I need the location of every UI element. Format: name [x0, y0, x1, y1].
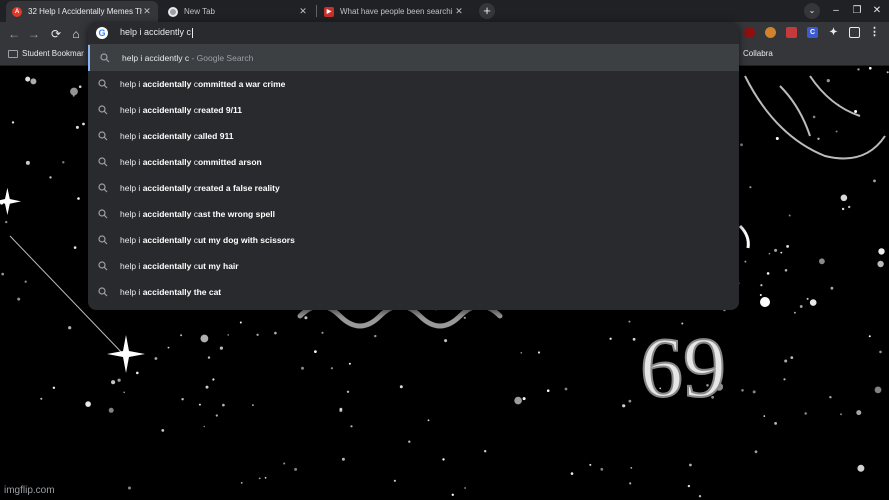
suggestion-google-search[interactable]: help i accidently c - Google Search [88, 45, 739, 71]
chrome-icon [168, 6, 178, 17]
search-icon [100, 53, 110, 63]
minimize-button[interactable]: – [828, 3, 844, 19]
bookmark-collabra[interactable]: Collabra [743, 49, 773, 58]
suggestion-text: help i accidentally called 911 [120, 131, 234, 141]
tab-title: New Tab [184, 7, 215, 16]
forward-button[interactable]: → [26, 26, 42, 42]
suggestion-text: help i accidentally cast the wrong spell [120, 209, 275, 219]
tab-new-tab[interactable]: New Tab ✕ [162, 1, 314, 22]
text-caret [192, 27, 194, 38]
tab-title: What have people been searchi [340, 7, 453, 16]
back-button[interactable]: ← [6, 26, 22, 42]
imgflip-icon: A [12, 6, 22, 17]
youtube-icon: ▶ [324, 6, 334, 17]
suggestion-text: help i accidentally cut my dog with scis… [120, 235, 295, 245]
tab-strip: A 32 Help I Accidentally Memes Th ✕ New … [0, 0, 889, 22]
search-icon [98, 105, 108, 115]
suggestion-text: help i accidentally committed a war crim… [120, 79, 286, 89]
search-icon [98, 287, 108, 297]
folder-icon [8, 49, 18, 58]
suggestion-text: help i accidentally created a false real… [120, 183, 280, 193]
suggestion-text: help i accidently c - Google Search [122, 53, 254, 63]
home-button[interactable]: ⌂ [68, 26, 84, 42]
planet-dot [760, 297, 770, 307]
tab-search-button[interactable]: ⌄ [804, 3, 820, 19]
search-icon [98, 131, 108, 141]
tab-title: 32 Help I Accidentally Memes Th [28, 7, 142, 16]
more-menu-icon[interactable]: ⋮ [869, 27, 880, 38]
close-tab-icon[interactable]: ✕ [454, 6, 464, 17]
suggestion-item[interactable]: help i accidentally the cat [88, 279, 739, 305]
suggestion-text: help i accidentally the cat [120, 287, 222, 297]
search-icon [98, 183, 108, 193]
suggestion-item[interactable]: help i accidentally created 9/11 [88, 97, 739, 123]
search-icon [98, 157, 108, 167]
suggestion-item[interactable]: help i accidentally committed arson [88, 149, 739, 175]
suggestion-text: help i accidentally cut my hair [120, 261, 239, 271]
new-tab-button[interactable]: + [479, 3, 495, 19]
tab-imgflip[interactable]: A 32 Help I Accidentally Memes Th ✕ [6, 1, 158, 22]
address-input[interactable]: help i accidently c [120, 27, 194, 38]
sidebar-icon[interactable] [849, 27, 860, 38]
google-icon: G [96, 27, 108, 39]
cancer-zodiac-glyph: 69 [640, 319, 726, 415]
tab-separator [316, 5, 317, 17]
bookmark-student-folder[interactable]: Student Bookmar [8, 49, 84, 58]
omnibox-dropdown: G help i accidently c help i accidently … [88, 22, 739, 310]
close-tab-icon[interactable]: ✕ [142, 6, 152, 17]
imgflip-watermark: imgflip.com [4, 485, 55, 496]
close-window-button[interactable]: ✕ [869, 3, 885, 19]
address-bar[interactable]: G help i accidently c [88, 22, 739, 44]
suggestion-item[interactable]: help i accidentally called 911 [88, 123, 739, 149]
magnet-extension-icon[interactable] [786, 27, 797, 38]
c-extension-icon[interactable]: C [807, 27, 818, 38]
bookmark-label: Student Bookmar [22, 49, 84, 58]
search-icon [98, 235, 108, 245]
colorful-extension-icon[interactable] [765, 27, 776, 38]
suggestion-text: help i accidentally created 9/11 [120, 105, 242, 115]
suggestion-item[interactable]: help i accidentally cut my dog with scis… [88, 227, 739, 253]
suggestion-item[interactable]: help i accidentally created a false real… [88, 175, 739, 201]
search-icon [98, 209, 108, 219]
suggestion-item[interactable]: help i accidentally committed a war crim… [88, 71, 739, 97]
suggestion-text: help i accidentally committed arson [120, 157, 262, 167]
tab-search-question[interactable]: ▶ What have people been searchi ✕ [318, 1, 470, 22]
close-tab-icon[interactable]: ✕ [298, 6, 308, 17]
restore-button[interactable]: ❐ [849, 3, 865, 19]
puzzle-extension-icon[interactable] [744, 27, 755, 38]
suggestion-item[interactable]: help i accidentally cast the wrong spell [88, 201, 739, 227]
suggestion-item[interactable]: help i accidentally cut my hair [88, 253, 739, 279]
bookmark-label: Collabra [743, 49, 773, 58]
search-icon [98, 261, 108, 271]
extensions-puzzle-icon[interactable]: ✦ [828, 27, 839, 38]
search-icon [98, 79, 108, 89]
reload-button[interactable]: ⟳ [48, 26, 64, 42]
